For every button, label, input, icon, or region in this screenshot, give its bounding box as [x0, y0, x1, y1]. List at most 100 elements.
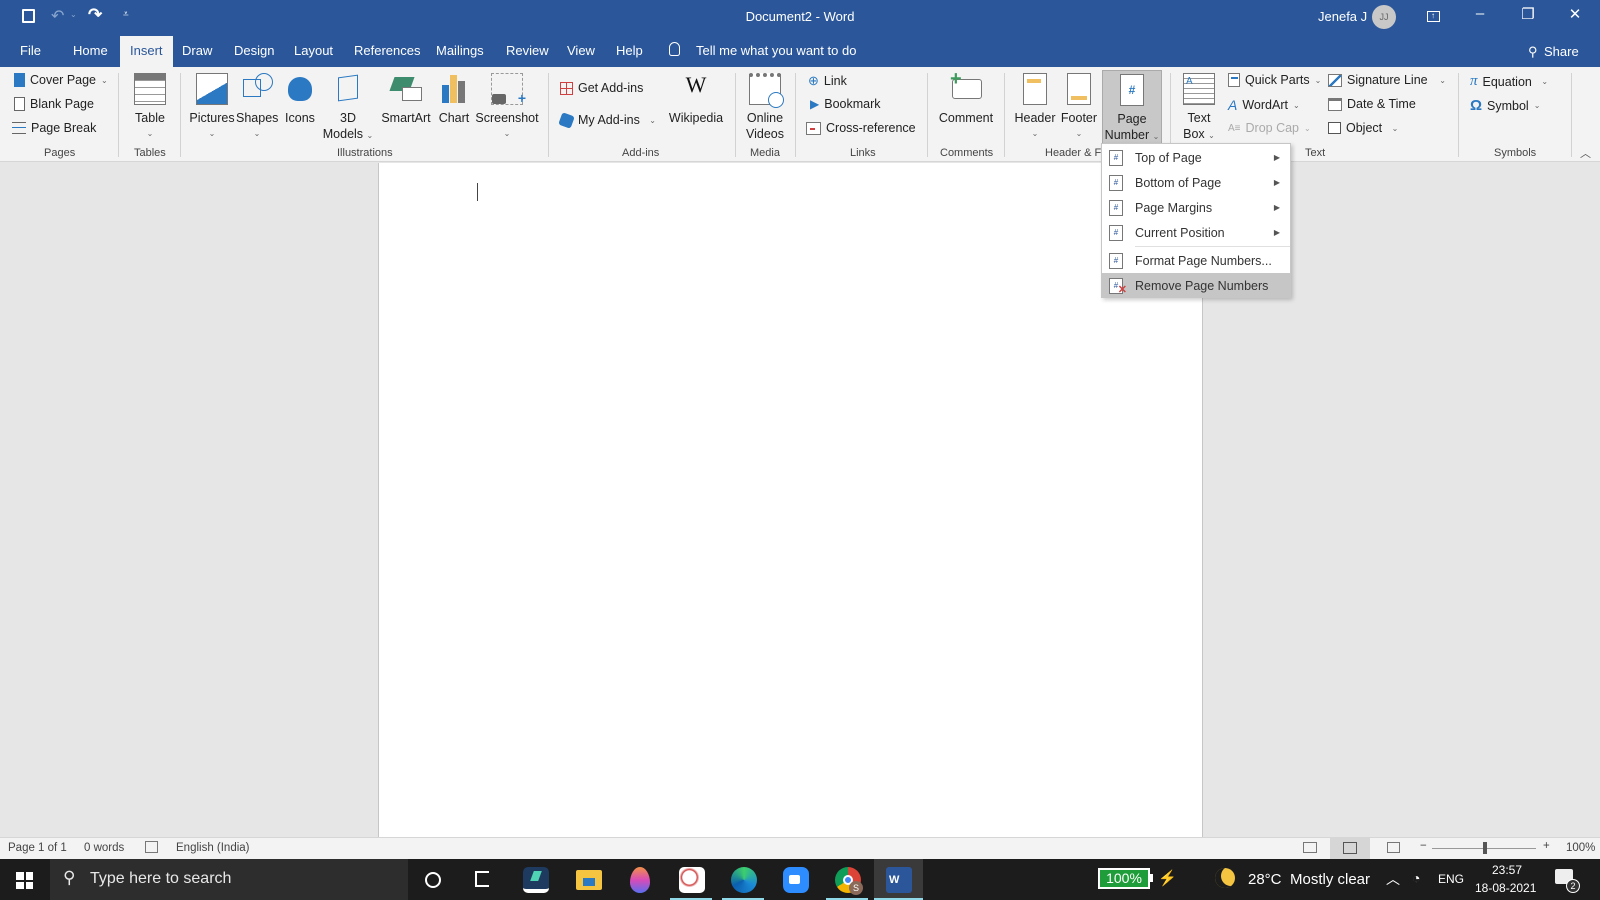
drop-cap-button[interactable]: A≡ Drop Cap ⌄ — [1228, 121, 1311, 135]
web-layout-icon[interactable] — [1387, 842, 1400, 853]
minimize-button[interactable]: – — [1460, 5, 1500, 22]
restore-button[interactable]: ❐ — [1508, 5, 1548, 23]
text-box-button[interactable]: A Text Box ⌄ — [1178, 73, 1220, 144]
chrome-icon[interactable]: S — [835, 867, 863, 895]
object-button[interactable]: Object ⌄ — [1328, 121, 1398, 135]
ribbon-display-options-icon[interactable]: ↑ — [1413, 5, 1453, 22]
clock-date[interactable]: 18-08-2021 — [1475, 881, 1536, 895]
read-mode-icon[interactable] — [1303, 842, 1317, 853]
snipping-tool-icon[interactable] — [679, 867, 705, 893]
weather-temperature[interactable]: 28°C — [1248, 871, 1282, 888]
current-position-icon: # — [1109, 224, 1123, 241]
icons-icon — [284, 73, 316, 105]
text-cursor — [477, 183, 478, 201]
date-time-button[interactable]: Date & Time — [1328, 97, 1416, 111]
share-button[interactable]: Share — [1544, 44, 1579, 59]
tab-mailings[interactable]: Mailings — [436, 43, 484, 58]
tab-design[interactable]: Design — [234, 43, 274, 58]
chart-button[interactable]: Chart — [436, 73, 472, 126]
windows-start-icon[interactable] — [16, 872, 33, 889]
paint-drop-icon[interactable] — [630, 867, 650, 893]
table-button[interactable]: Table ⌄ — [131, 73, 169, 142]
screenshot-button[interactable]: + Screenshot ⌄ — [474, 73, 540, 142]
tab-help[interactable]: Help — [616, 43, 643, 58]
quick-parts-button[interactable]: Quick Parts ⌄ — [1228, 73, 1321, 87]
wordart-button[interactable]: A WordArt ⌄ — [1228, 97, 1300, 113]
collapse-ribbon-icon[interactable]: ︿ — [1580, 145, 1591, 161]
page-break-button[interactable]: Page Break — [12, 121, 96, 135]
menu-item-current-position[interactable]: # Current Position ▶ — [1102, 220, 1290, 245]
document-page[interactable] — [378, 163, 1203, 837]
menu-item-format-page-numbers[interactable]: # Format Page Numbers... — [1102, 248, 1290, 273]
edge-icon[interactable] — [731, 867, 757, 893]
link-button[interactable]: ⊕ Link — [808, 73, 847, 89]
print-layout-icon[interactable] — [1330, 838, 1370, 859]
language-indicator[interactable]: English (India) — [176, 842, 250, 854]
taskbar-search-box[interactable]: ⚲ Type here to search — [50, 859, 408, 900]
user-name[interactable]: Jenefa J — [1318, 9, 1367, 24]
zoom-level[interactable]: 100% — [1566, 842, 1595, 854]
word-count[interactable]: 0 words — [84, 842, 124, 854]
zoom-app-icon[interactable] — [783, 867, 809, 893]
task-view-icon[interactable] — [475, 871, 489, 887]
3d-models-button[interactable]: 3D Models ⌄ — [322, 73, 374, 144]
bottom-of-page-icon: # — [1109, 174, 1123, 191]
menu-item-top-of-page[interactable]: # Top of Page ▶ — [1102, 145, 1290, 170]
proofing-icon[interactable] — [145, 841, 158, 853]
tab-draw[interactable]: Draw — [182, 43, 212, 58]
symbol-button[interactable]: Ω Symbol ⌄ — [1470, 97, 1540, 114]
tab-insert[interactable]: Insert — [120, 36, 173, 67]
tab-references[interactable]: References — [354, 43, 420, 58]
menu-item-page-margins[interactable]: # Page Margins ▶ — [1102, 195, 1290, 220]
input-language[interactable]: ENG — [1438, 872, 1464, 886]
wifi-icon[interactable]: ◔ — [1412, 870, 1420, 886]
zoom-out-button[interactable]: − — [1420, 840, 1427, 852]
shapes-icon — [241, 73, 273, 105]
header-button[interactable]: Header ⌄ — [1012, 73, 1058, 142]
show-hidden-icons-icon[interactable]: ︿ — [1386, 869, 1400, 889]
tab-view[interactable]: View — [567, 43, 595, 58]
smartart-button[interactable]: SmartArt — [378, 73, 434, 126]
pictures-button[interactable]: Pictures ⌄ — [188, 73, 236, 142]
menu-item-bottom-of-page[interactable]: # Bottom of Page ▶ — [1102, 170, 1290, 195]
weather-moon-icon[interactable] — [1215, 868, 1235, 888]
group-label-symbols: Symbols — [1494, 147, 1537, 159]
equation-button[interactable]: π Equation ⌄ — [1470, 73, 1548, 90]
wikipedia-button[interactable]: W Wikipedia — [666, 74, 726, 126]
battery-indicator[interactable]: 100% — [1098, 868, 1150, 889]
page-count[interactable]: Page 1 of 1 — [8, 842, 67, 854]
top-of-page-icon: # — [1109, 149, 1123, 166]
menu-item-remove-page-numbers[interactable]: # ✕ Remove Page Numbers — [1102, 273, 1290, 298]
close-button[interactable]: ✕ — [1555, 5, 1595, 23]
avatar[interactable]: JJ — [1372, 5, 1396, 29]
weather-condition[interactable]: Mostly clear — [1290, 871, 1370, 888]
footer-button[interactable]: Footer ⌄ — [1057, 73, 1101, 142]
shapes-button[interactable]: Shapes ⌄ — [236, 73, 278, 142]
zoom-slider-thumb[interactable] — [1483, 842, 1487, 854]
cross-reference-button[interactable]: Cross-reference — [806, 121, 916, 135]
icons-button[interactable]: Icons — [280, 73, 320, 126]
cortana-icon[interactable] — [425, 872, 441, 888]
tab-review[interactable]: Review — [506, 43, 549, 58]
page-number-button[interactable]: # Page Number ⌄ — [1102, 70, 1162, 145]
tell-me-search[interactable]: Tell me what you want to do — [696, 43, 856, 58]
clock-time[interactable]: 23:57 — [1492, 863, 1522, 877]
tab-file[interactable]: File — [20, 43, 41, 58]
get-addins-button[interactable]: Get Add-ins — [560, 81, 643, 95]
my-addins-button[interactable]: My Add-ins ⌄ — [558, 111, 656, 129]
cover-page-button[interactable]: Cover Page ⌄ — [14, 73, 108, 87]
comment-button[interactable]: + Comment — [935, 69, 997, 126]
tab-layout[interactable]: Layout — [294, 43, 333, 58]
text-box-icon: A — [1183, 73, 1215, 105]
signature-line-button[interactable]: Signature Line ⌄ — [1328, 73, 1446, 87]
tab-home[interactable]: Home — [73, 43, 108, 58]
taskbar: ⚲ Type here to search S W 100% ⚡ 28°C Mo… — [0, 859, 1600, 900]
file-explorer-icon[interactable] — [576, 870, 602, 890]
group-separator — [735, 73, 736, 157]
word-app-icon[interactable]: W — [886, 867, 912, 893]
bookmark-button[interactable]: ▶ Bookmark — [810, 97, 881, 111]
blank-page-button[interactable]: Blank Page — [14, 97, 94, 111]
filmora-icon[interactable] — [523, 867, 549, 893]
zoom-in-button[interactable]: + — [1543, 840, 1550, 852]
online-videos-button[interactable]: Online Videos — [743, 73, 787, 142]
